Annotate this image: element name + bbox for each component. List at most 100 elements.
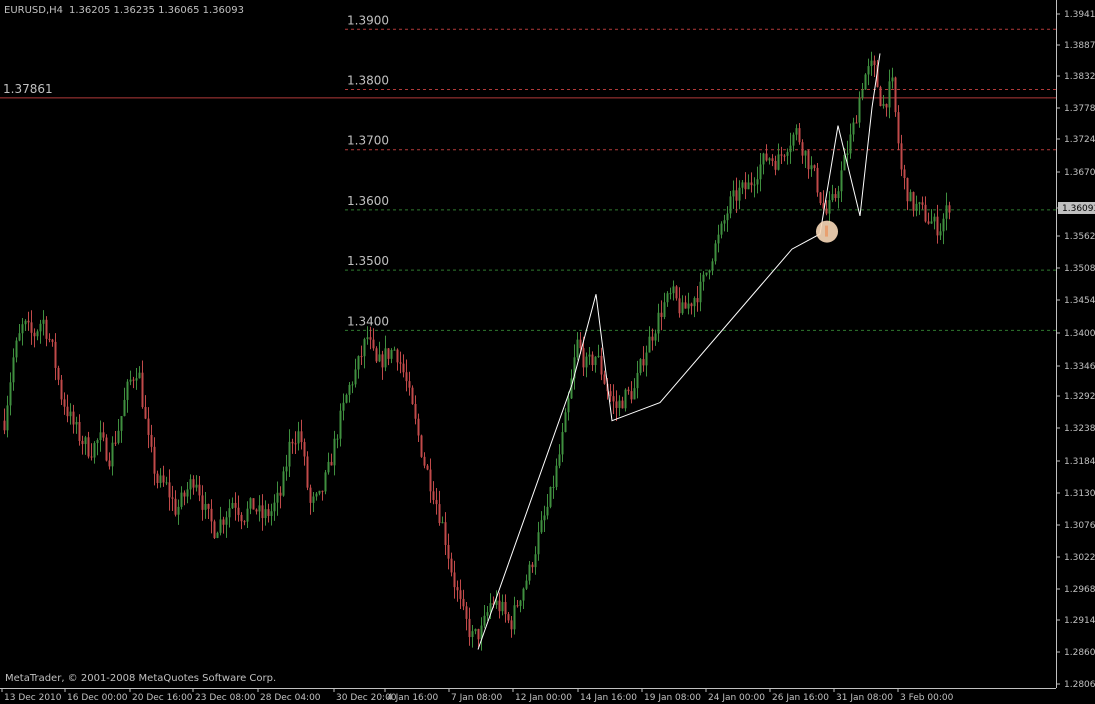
candle-body — [171, 497, 174, 499]
candle-body — [51, 339, 54, 342]
candle — [723, 214, 726, 232]
candle — [918, 201, 921, 215]
x-tick-label: 3 Feb 00:00 — [900, 693, 954, 703]
candle — [24, 319, 27, 332]
candle — [609, 383, 612, 402]
candle — [378, 341, 381, 363]
candle-body — [165, 482, 168, 484]
candle-body — [474, 629, 477, 632]
candle-body — [939, 231, 942, 236]
candle — [285, 454, 288, 481]
candle-body — [699, 281, 702, 303]
candle-body — [63, 399, 66, 407]
candle — [90, 443, 93, 461]
candle — [45, 316, 48, 347]
candle — [714, 240, 717, 265]
time-axis[interactable]: 13 Dec 2010 16 Dec 00:00 20 Dec 16:00 23 De… — [1, 688, 954, 703]
x-tick-label: 24 Jan 00:00 — [708, 693, 765, 703]
candle-body — [615, 401, 618, 408]
candle-body — [105, 437, 108, 461]
candle-body — [696, 298, 699, 303]
x-tick-label: 28 Dec 04:00 — [260, 693, 321, 703]
candle — [231, 497, 234, 509]
candle-body — [222, 519, 225, 525]
candle — [486, 606, 489, 621]
candle — [849, 123, 852, 159]
candle-body — [273, 502, 276, 512]
candle-body — [510, 620, 513, 630]
candle-body — [141, 372, 144, 408]
candle — [828, 191, 831, 224]
candle — [441, 516, 444, 524]
candle-body — [159, 475, 162, 484]
candle — [669, 287, 672, 300]
candle-body — [576, 339, 579, 358]
candle-body — [561, 432, 564, 455]
candle-body — [45, 319, 48, 339]
candle-body — [633, 388, 636, 400]
candle-body — [195, 484, 198, 488]
price-chart[interactable]: 1.3900 1.3800 1.3700 1.3600 1.3500 1.3400 1.37… — [0, 0, 1095, 704]
candle-body — [771, 158, 774, 161]
candle — [594, 356, 597, 373]
candle-body — [735, 190, 738, 201]
candle-body — [12, 357, 15, 383]
candle-body — [495, 600, 498, 605]
candle — [858, 91, 861, 128]
candle-body — [447, 544, 450, 559]
candle — [630, 381, 633, 404]
candle-body — [912, 192, 915, 211]
candle-body — [261, 505, 264, 519]
price-axis[interactable]: 1.39415 1.38875 1.38320 1.37780 1.37240 1.367… — [1056, 10, 1095, 690]
candle-body — [6, 405, 9, 431]
candle — [6, 395, 9, 438]
candle-body — [936, 216, 939, 236]
candle — [336, 434, 339, 449]
x-tick-label: 23 Dec 08:00 — [195, 693, 256, 703]
candle-body — [708, 270, 711, 273]
candle — [417, 413, 420, 443]
candle-body — [930, 221, 933, 224]
y-tick-label: 1.38320 — [1064, 72, 1095, 82]
candle-body — [3, 420, 6, 431]
candle — [711, 258, 714, 276]
candle-body — [843, 154, 846, 171]
candle — [36, 329, 39, 341]
candle — [192, 475, 195, 495]
candle-body — [636, 372, 639, 389]
y-tick-label: 1.37780 — [1064, 104, 1095, 114]
candle-body — [312, 496, 315, 503]
candle-body — [216, 532, 219, 538]
candle — [507, 612, 510, 624]
candle — [366, 326, 369, 345]
candle — [936, 204, 939, 244]
candle — [186, 481, 189, 504]
candle — [243, 520, 246, 526]
candle-body — [384, 348, 387, 368]
candle-body — [831, 194, 834, 201]
candle — [375, 346, 378, 364]
candle — [807, 149, 810, 179]
candle-body — [948, 205, 951, 213]
candle-body — [891, 77, 894, 82]
candle — [345, 393, 348, 404]
candle-body — [753, 184, 756, 186]
candle — [99, 420, 102, 452]
candle — [687, 292, 690, 315]
candle-body — [378, 354, 381, 362]
candle-body — [627, 389, 630, 392]
candle — [498, 592, 501, 619]
candle — [372, 328, 375, 351]
candle-body — [240, 514, 243, 522]
candle-body — [663, 302, 666, 318]
candle-body — [657, 312, 660, 334]
candle-body — [612, 396, 615, 402]
candle — [141, 360, 144, 409]
candle — [459, 579, 462, 609]
candle — [678, 287, 681, 318]
candle-body — [108, 460, 111, 467]
candle — [105, 434, 108, 462]
candle-body — [621, 400, 624, 409]
candle-body — [486, 612, 489, 616]
candle-body — [864, 74, 867, 90]
